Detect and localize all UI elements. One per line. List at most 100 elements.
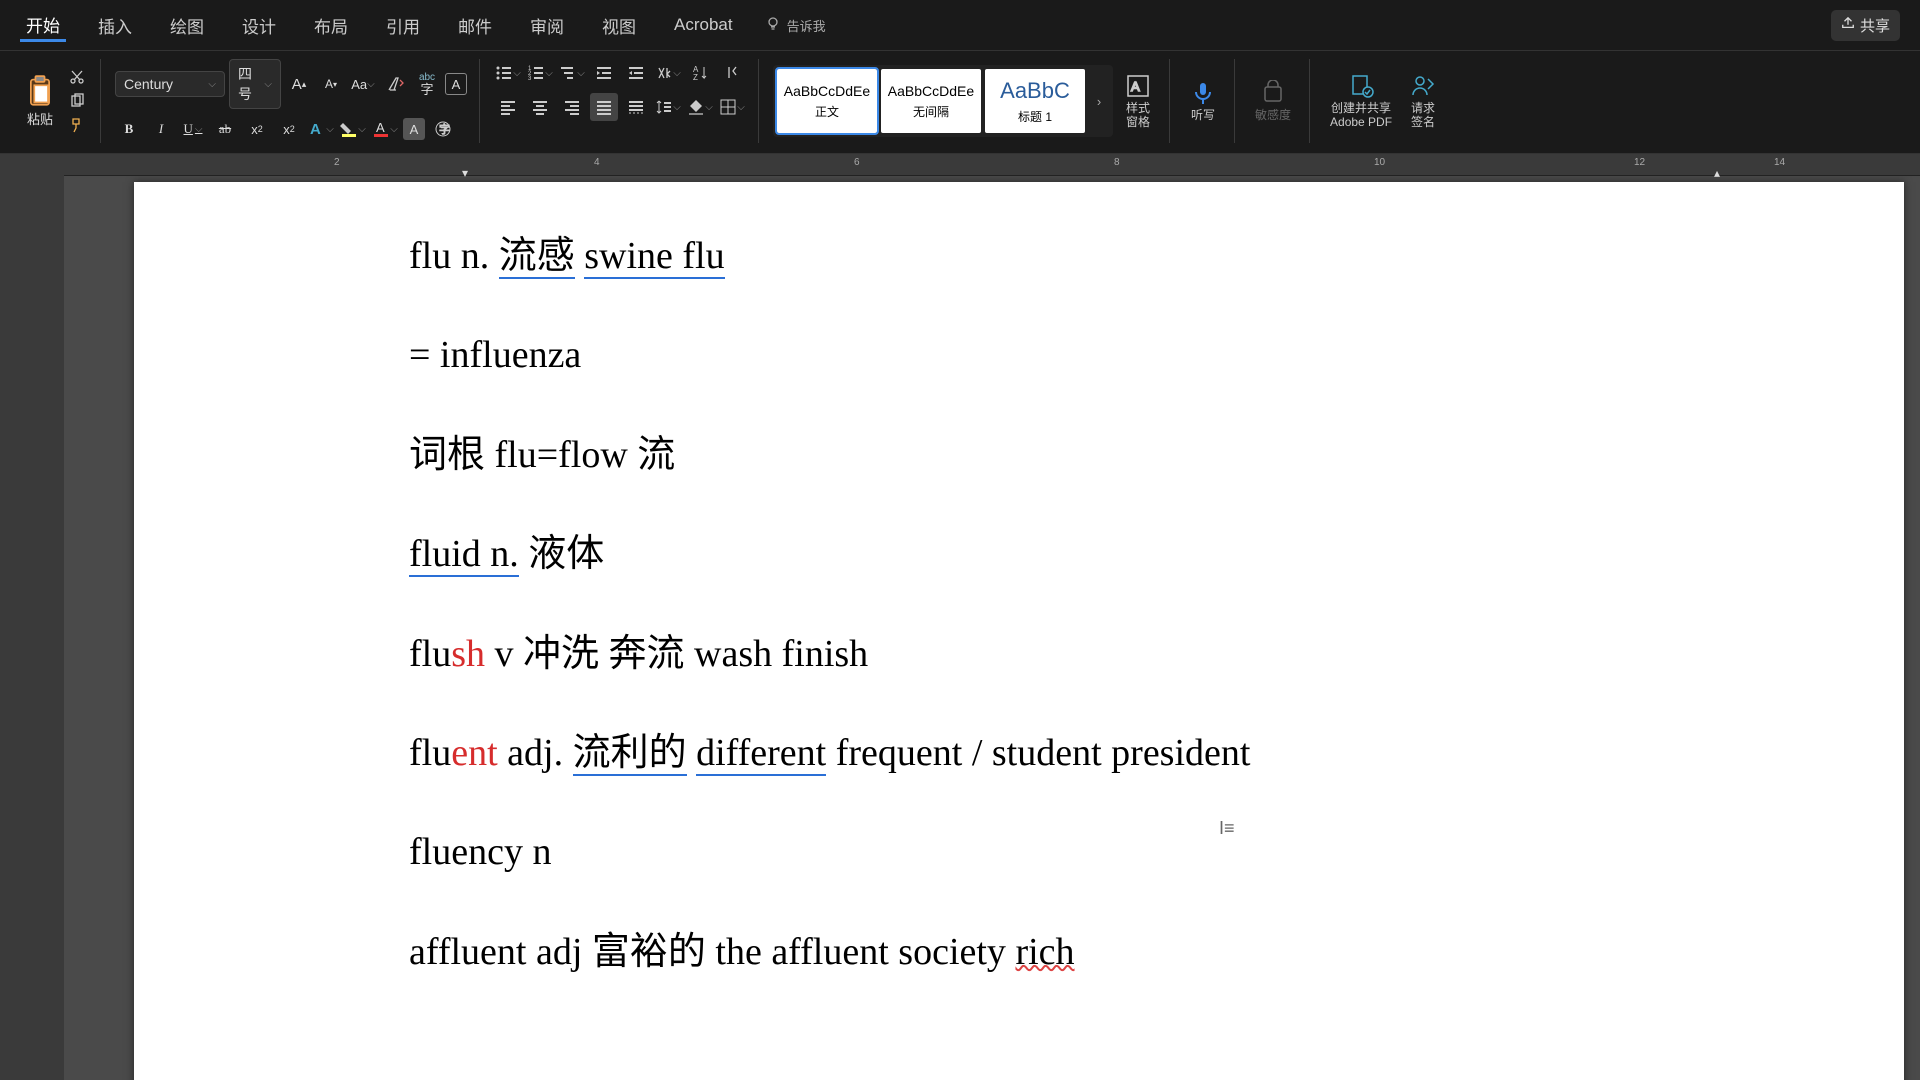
text-run[interactable]: fluid n.: [409, 533, 519, 577]
left-indent-marker[interactable]: ▾: [462, 166, 468, 180]
numbering-button[interactable]: 123⌵: [526, 59, 554, 87]
italic-button[interactable]: I: [147, 115, 175, 143]
superscript-button[interactable]: x2: [275, 115, 303, 143]
text-run[interactable]: sh: [451, 633, 485, 675]
bold-button[interactable]: B: [115, 115, 143, 143]
line-spacing-button[interactable]: ⌵: [654, 93, 682, 121]
tab-design[interactable]: 设计: [236, 9, 282, 42]
document-line[interactable]: affluent adj 富裕的 the affluent society ri…: [409, 928, 1904, 977]
phonetic-guide-button[interactable]: abc字: [413, 70, 441, 98]
tab-draw[interactable]: 绘图: [164, 9, 210, 42]
multilevel-list-button[interactable]: ⌵: [558, 59, 586, 87]
document-line[interactable]: 词根 flu=flow 流: [409, 431, 1904, 480]
text-run[interactable]: fluency n: [409, 831, 551, 873]
text-run[interactable]: rich: [1015, 931, 1074, 973]
tab-layout[interactable]: 布局: [308, 9, 354, 42]
tab-insert[interactable]: 插入: [92, 9, 138, 42]
text-run[interactable]: flu: [409, 633, 451, 675]
text-effects-button[interactable]: A⌵: [307, 115, 335, 143]
request-signatures-button[interactable]: 请求 签名: [1404, 73, 1442, 130]
clear-formatting-button[interactable]: [381, 70, 409, 98]
create-share-pdf-button[interactable]: 创建并共享 Adobe PDF: [1324, 73, 1398, 130]
sort-button[interactable]: AZ: [686, 59, 714, 87]
document-line[interactable]: = influenza: [409, 331, 1904, 380]
document-page[interactable]: flu n. 流感 swine flu = influenza 词根 flu=flo…: [134, 182, 1904, 1080]
svg-text:字: 字: [439, 122, 450, 136]
document-line[interactable]: flush v 冲洗 奔流 wash finish: [409, 630, 1904, 679]
text-run[interactable]: 流利的: [573, 732, 687, 776]
text-run[interactable]: frequent / student president: [826, 732, 1250, 774]
underline-button[interactable]: U⌵: [179, 115, 207, 143]
increase-font-button[interactable]: A▴: [285, 70, 313, 98]
text-run[interactable]: 词根 flu=flow 流: [409, 434, 675, 476]
style-no-spacing[interactable]: AaBbCcDdEe 无间隔: [881, 69, 981, 133]
justify-button[interactable]: [590, 93, 618, 121]
page-scroll-area[interactable]: flu n. 流感 swine flu = influenza 词根 flu=flo…: [64, 176, 1920, 1080]
align-right-button[interactable]: [558, 93, 586, 121]
document-body[interactable]: flu n. 流感 swine flu = influenza 词根 flu=flo…: [409, 232, 1904, 977]
style-label: 正文: [815, 103, 839, 120]
format-painter-button[interactable]: [66, 114, 88, 136]
share-button[interactable]: 共享: [1831, 10, 1900, 41]
document-line[interactable]: fluent adj. 流利的 different frequent / stu…: [409, 729, 1904, 778]
text-run[interactable]: 液体: [519, 533, 605, 575]
tab-acrobat[interactable]: Acrobat: [668, 11, 739, 39]
text-run[interactable]: [575, 235, 585, 277]
font-family-select[interactable]: Century ⌵: [115, 71, 225, 97]
style-normal[interactable]: AaBbCcDdEe 正文: [777, 69, 877, 133]
decrease-font-button[interactable]: A▾: [317, 70, 345, 98]
strikethrough-button[interactable]: ab: [211, 115, 239, 143]
tab-references[interactable]: 引用: [380, 9, 426, 42]
text-run[interactable]: = influenza: [409, 334, 581, 376]
sensitivity-button[interactable]: 敏感度: [1249, 80, 1297, 122]
character-shading-button[interactable]: A: [403, 118, 425, 140]
styles-more-button[interactable]: ›: [1089, 69, 1109, 133]
tab-review[interactable]: 审阅: [524, 9, 570, 42]
change-case-button[interactable]: Aa⌵: [349, 70, 377, 98]
styles-pane-button[interactable]: A 样式 窗格: [1119, 73, 1157, 130]
enclose-characters-button[interactable]: 字: [429, 115, 457, 143]
document-line[interactable]: fluency n: [409, 828, 1904, 877]
text-run[interactable]: swine flu: [584, 235, 724, 279]
text-run[interactable]: flu n.: [409, 235, 499, 277]
cut-button[interactable]: [66, 66, 88, 88]
text-run[interactable]: adj.: [498, 732, 573, 774]
document-line[interactable]: fluid n. 液体: [409, 530, 1904, 579]
styles-pane-label: 样式 窗格: [1126, 101, 1150, 130]
document-line[interactable]: flu n. 流感 swine flu: [409, 232, 1904, 281]
text-run[interactable]: 流感: [499, 235, 575, 279]
tab-mailings[interactable]: 邮件: [452, 9, 498, 42]
character-border-button[interactable]: A: [445, 73, 467, 95]
font-size-select[interactable]: 四号 ⌵: [229, 59, 281, 109]
text-run[interactable]: flu: [409, 732, 451, 774]
style-heading-1[interactable]: AaBbC 标题 1: [985, 69, 1085, 133]
bullets-button[interactable]: ⌵: [494, 59, 522, 87]
increase-indent-button[interactable]: [622, 59, 650, 87]
right-indent-marker[interactable]: ▴: [1714, 166, 1720, 180]
asian-layout-button[interactable]: ⌵: [654, 59, 682, 87]
decrease-indent-button[interactable]: [590, 59, 618, 87]
paste-button[interactable]: 粘贴: [20, 73, 60, 130]
highlight-button[interactable]: ⌵: [339, 115, 367, 143]
text-run[interactable]: different: [696, 732, 826, 776]
subscript-button[interactable]: x2: [243, 115, 271, 143]
svg-text:A: A: [1131, 79, 1140, 94]
borders-button[interactable]: ⌵: [718, 93, 746, 121]
tab-view[interactable]: 视图: [596, 9, 642, 42]
adobe-group: 创建并共享 Adobe PDF 请求 签名: [1324, 59, 1454, 143]
dictate-button[interactable]: 听写: [1184, 80, 1222, 122]
align-center-button[interactable]: [526, 93, 554, 121]
text-run[interactable]: [687, 732, 697, 774]
tell-me-search[interactable]: 告诉我: [765, 16, 826, 35]
font-color-button[interactable]: A⌵: [371, 115, 399, 143]
distributed-button[interactable]: [622, 93, 650, 121]
show-paragraph-marks-button[interactable]: [718, 59, 746, 87]
text-run[interactable]: v 冲洗 奔流 wash finish: [485, 633, 868, 675]
shading-button[interactable]: ⌵: [686, 93, 714, 121]
copy-button[interactable]: [66, 90, 88, 112]
align-left-button[interactable]: [494, 93, 522, 121]
text-run[interactable]: affluent adj 富裕的 the affluent society: [409, 931, 1015, 973]
styles-gallery: AaBbCcDdEe 正文 AaBbCcDdEe 无间隔 AaBbC 标题 1 …: [773, 65, 1113, 137]
text-run[interactable]: ent: [451, 732, 497, 774]
tab-home[interactable]: 开始: [20, 8, 66, 42]
